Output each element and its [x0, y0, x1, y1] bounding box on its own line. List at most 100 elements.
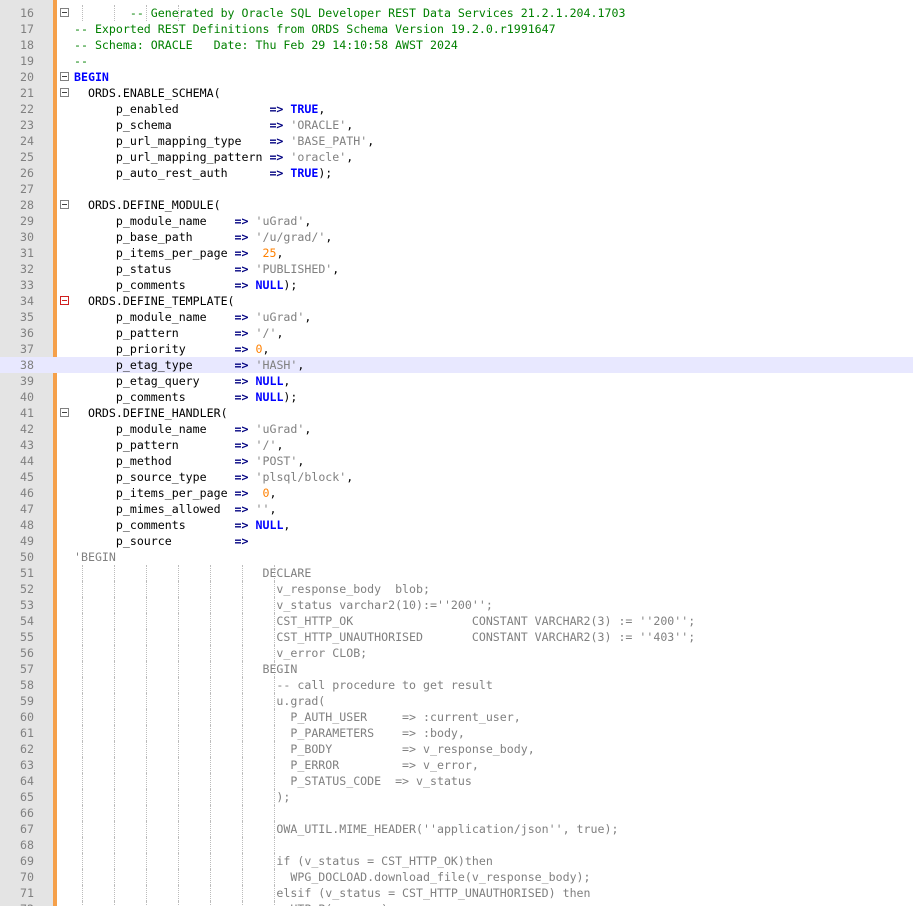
code-line[interactable]: 28 ORDS.DEFINE_MODULE(	[0, 197, 913, 213]
code-text[interactable]: CST_HTTP_OK CONSTANT VARCHAR2(3) := ''20…	[74, 613, 695, 629]
code-text[interactable]: -- Schema: ORACLE Date: Thu Feb 29 14:10…	[74, 37, 458, 53]
code-line[interactable]: 47 p_mimes_allowed => '',	[0, 501, 913, 517]
code-line[interactable]: 40 p_comments => NULL);	[0, 389, 913, 405]
code-line[interactable]: 25 p_url_mapping_pattern => 'oracle',	[0, 149, 913, 165]
code-line[interactable]: 34 ORDS.DEFINE_TEMPLATE(	[0, 293, 913, 309]
code-text[interactable]: p_etag_query => NULL,	[74, 373, 291, 389]
code-text[interactable]: p_mimes_allowed => '',	[74, 501, 277, 517]
code-text[interactable]: p_module_name => 'uGrad',	[74, 213, 311, 229]
code-line[interactable]: 58 -- call procedure to get result	[0, 677, 913, 693]
code-text[interactable]: ORDS.DEFINE_MODULE(	[74, 197, 221, 213]
code-line[interactable]: 35 p_module_name => 'uGrad',	[0, 309, 913, 325]
code-line[interactable]: 59 u.grad(	[0, 693, 913, 709]
code-text[interactable]: p_status => 'PUBLISHED',	[74, 261, 339, 277]
code-line[interactable]: 41 ORDS.DEFINE_HANDLER(	[0, 405, 913, 421]
code-text[interactable]: p_auto_rest_auth => TRUE);	[74, 165, 332, 181]
code-text[interactable]: -- Generated by Oracle SQL Developer RES…	[74, 5, 626, 21]
code-text[interactable]: P_PARAMETERS => :body,	[74, 725, 465, 741]
code-line[interactable]: 39 p_etag_query => NULL,	[0, 373, 913, 389]
code-line[interactable]: 55 CST_HTTP_UNAUTHORISED CONSTANT VARCHA…	[0, 629, 913, 645]
code-text[interactable]: BEGIN	[74, 661, 297, 677]
code-line[interactable]: 19 --	[0, 53, 913, 69]
code-text[interactable]: p_items_per_page => 0,	[74, 485, 277, 501]
code-text[interactable]: P_AUTH_USER => :current_user,	[74, 709, 520, 725]
code-line[interactable]: 26 p_auto_rest_auth => TRUE);	[0, 165, 913, 181]
code-text[interactable]: );	[74, 789, 290, 805]
code-line[interactable]: 21 ORDS.ENABLE_SCHEMA(	[0, 85, 913, 101]
code-text[interactable]: p_etag_type => 'HASH',	[74, 357, 305, 373]
code-line[interactable]: 68	[0, 837, 913, 853]
code-editor[interactable]: 16 -- Generated by Oracle SQL Developer …	[0, 0, 913, 906]
code-line[interactable]: 51 DECLARE	[0, 565, 913, 581]
code-line[interactable]: 31 p_items_per_page => 25,	[0, 245, 913, 261]
code-line[interactable]: 46 p_items_per_page => 0,	[0, 485, 913, 501]
code-line[interactable]: 44 p_method => 'POST',	[0, 453, 913, 469]
fold-toggle-icon[interactable]	[60, 200, 69, 209]
code-line[interactable]: 29 p_module_name => 'uGrad',	[0, 213, 913, 229]
code-text[interactable]: ORDS.ENABLE_SCHEMA(	[74, 85, 221, 101]
code-text[interactable]: P_ERROR => v_error,	[74, 757, 478, 773]
code-text[interactable]: HTP.P(v_error);	[74, 901, 395, 906]
code-text[interactable]: p_comments => NULL);	[74, 277, 298, 293]
code-text[interactable]: v_response_body blob;	[74, 581, 430, 597]
code-line[interactable]: 63 P_ERROR => v_error,	[0, 757, 913, 773]
code-text[interactable]: p_module_name => 'uGrad',	[74, 421, 311, 437]
code-text[interactable]: p_priority => 0,	[74, 341, 270, 357]
code-line[interactable]: 65 );	[0, 789, 913, 805]
code-text[interactable]: elsif (v_status = CST_HTTP_UNAUTHORISED)…	[74, 885, 590, 901]
code-text[interactable]: p_url_mapping_type => 'BASE_PATH',	[74, 133, 374, 149]
code-text[interactable]: WPG_DOCLOAD.download_file(v_response_bod…	[74, 869, 590, 885]
code-line[interactable]: 52 v_response_body blob;	[0, 581, 913, 597]
code-text[interactable]: CST_HTTP_UNAUTHORISED CONSTANT VARCHAR2(…	[74, 629, 695, 645]
code-text[interactable]: P_BODY => v_response_body,	[74, 741, 534, 757]
code-text[interactable]: p_comments => NULL,	[74, 517, 291, 533]
code-line[interactable]: 23 p_schema => 'ORACLE',	[0, 117, 913, 133]
code-text[interactable]: v_error CLOB;	[74, 645, 367, 661]
code-line[interactable]: 71 elsif (v_status = CST_HTTP_UNAUTHORIS…	[0, 885, 913, 901]
code-line[interactable]: 32 p_status => 'PUBLISHED',	[0, 261, 913, 277]
code-line[interactable]: 56 v_error CLOB;	[0, 645, 913, 661]
code-line[interactable]: 18 -- Schema: ORACLE Date: Thu Feb 29 14:…	[0, 37, 913, 53]
code-line[interactable]: 22 p_enabled => TRUE,	[0, 101, 913, 117]
code-line[interactable]: 20 BEGIN	[0, 69, 913, 85]
code-line[interactable]: 27	[0, 181, 913, 197]
fold-toggle-icon[interactable]	[60, 408, 69, 417]
code-text[interactable]: DECLARE	[74, 565, 311, 581]
code-text[interactable]: P_STATUS_CODE => v_status	[74, 773, 472, 789]
code-line[interactable]: 61 P_PARAMETERS => :body,	[0, 725, 913, 741]
code-line[interactable]: 37 p_priority => 0,	[0, 341, 913, 357]
code-text[interactable]: 'BEGIN	[74, 549, 116, 565]
code-text[interactable]: p_source =>	[74, 533, 249, 549]
code-line[interactable]: 60 P_AUTH_USER => :current_user,	[0, 709, 913, 725]
code-text[interactable]: ORDS.DEFINE_HANDLER(	[74, 405, 228, 421]
code-text[interactable]: p_enabled => TRUE,	[74, 101, 325, 117]
code-line[interactable]: 66	[0, 805, 913, 821]
code-line[interactable]: 43 p_pattern => '/',	[0, 437, 913, 453]
code-line[interactable]: 54 CST_HTTP_OK CONSTANT VARCHAR2(3) := '…	[0, 613, 913, 629]
code-text[interactable]: p_base_path => '/u/grad/',	[74, 229, 332, 245]
code-text[interactable]: p_pattern => '/',	[74, 325, 284, 341]
code-line[interactable]: 67 OWA_UTIL.MIME_HEADER(''application/js…	[0, 821, 913, 837]
code-text[interactable]: if (v_status = CST_HTTP_OK)then	[74, 853, 492, 869]
code-text[interactable]: -- Exported REST Definitions from ORDS S…	[74, 21, 556, 37]
code-line[interactable]: 17 -- Exported REST Definitions from ORDS…	[0, 21, 913, 37]
code-line[interactable]: 48 p_comments => NULL,	[0, 517, 913, 533]
code-text[interactable]: p_source_type => 'plsql/block',	[74, 469, 353, 485]
code-line[interactable]: 53 v_status varchar2(10):=''200'';	[0, 597, 913, 613]
code-line[interactable]: 57 BEGIN	[0, 661, 913, 677]
fold-toggle-icon[interactable]	[60, 8, 69, 17]
code-line[interactable]: 70 WPG_DOCLOAD.download_file(v_response_…	[0, 869, 913, 885]
code-text[interactable]: --	[74, 53, 88, 69]
code-line[interactable]: 33 p_comments => NULL);	[0, 277, 913, 293]
code-text[interactable]: -- call procedure to get result	[74, 677, 492, 693]
code-line[interactable]: 49 p_source =>	[0, 533, 913, 549]
code-text[interactable]: OWA_UTIL.MIME_HEADER(''application/json'…	[74, 821, 618, 837]
code-text[interactable]: p_schema => 'ORACLE',	[74, 117, 353, 133]
code-line[interactable]: 30 p_base_path => '/u/grad/',	[0, 229, 913, 245]
code-line[interactable]: 69 if (v_status = CST_HTTP_OK)then	[0, 853, 913, 869]
code-line[interactable]: 24 p_url_mapping_type => 'BASE_PATH',	[0, 133, 913, 149]
code-text[interactable]: p_pattern => '/',	[74, 437, 284, 453]
code-line[interactable]: 45 p_source_type => 'plsql/block',	[0, 469, 913, 485]
fold-toggle-icon[interactable]	[60, 296, 69, 305]
code-line[interactable]: 50 'BEGIN	[0, 549, 913, 565]
